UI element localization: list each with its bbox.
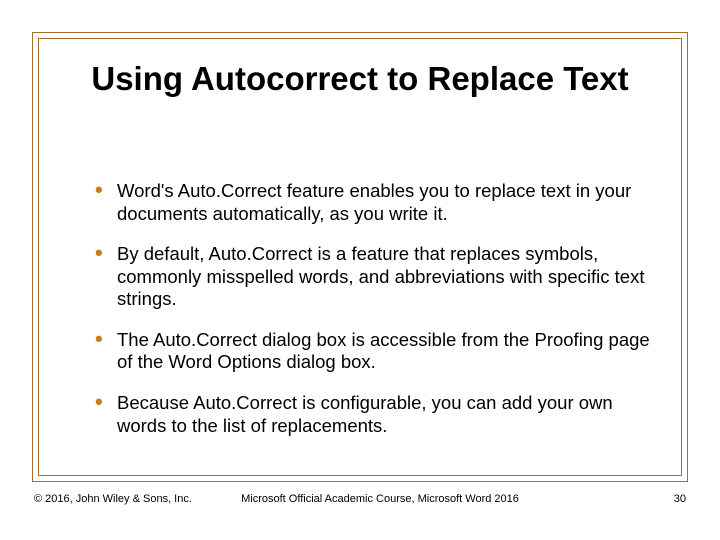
page-number: 30: [674, 493, 686, 505]
bullet-icon: •: [95, 243, 117, 264]
slide: Using Autocorrect to Replace Text • Word…: [0, 0, 720, 540]
list-item: • Because Auto.Correct is configurable, …: [95, 392, 650, 437]
bullet-text: By default, Auto.Correct is a feature th…: [117, 243, 650, 311]
slide-footer: © 2016, John Wiley & Sons, Inc. Microsof…: [34, 487, 686, 505]
slide-title: Using Autocorrect to Replace Text: [0, 60, 720, 98]
bullet-text: Word's Auto.Correct feature enables you …: [117, 180, 650, 225]
course-text: Microsoft Official Academic Course, Micr…: [34, 493, 686, 505]
bullet-icon: •: [95, 180, 117, 201]
list-item: • Word's Auto.Correct feature enables yo…: [95, 180, 650, 225]
list-item: • The Auto.Correct dialog box is accessi…: [95, 329, 650, 374]
bullet-text: The Auto.Correct dialog box is accessibl…: [117, 329, 650, 374]
bullet-icon: •: [95, 392, 117, 413]
bullet-icon: •: [95, 329, 117, 350]
bullet-list: • Word's Auto.Correct feature enables yo…: [95, 180, 650, 455]
list-item: • By default, Auto.Correct is a feature …: [95, 243, 650, 311]
bullet-text: Because Auto.Correct is configurable, yo…: [117, 392, 650, 437]
